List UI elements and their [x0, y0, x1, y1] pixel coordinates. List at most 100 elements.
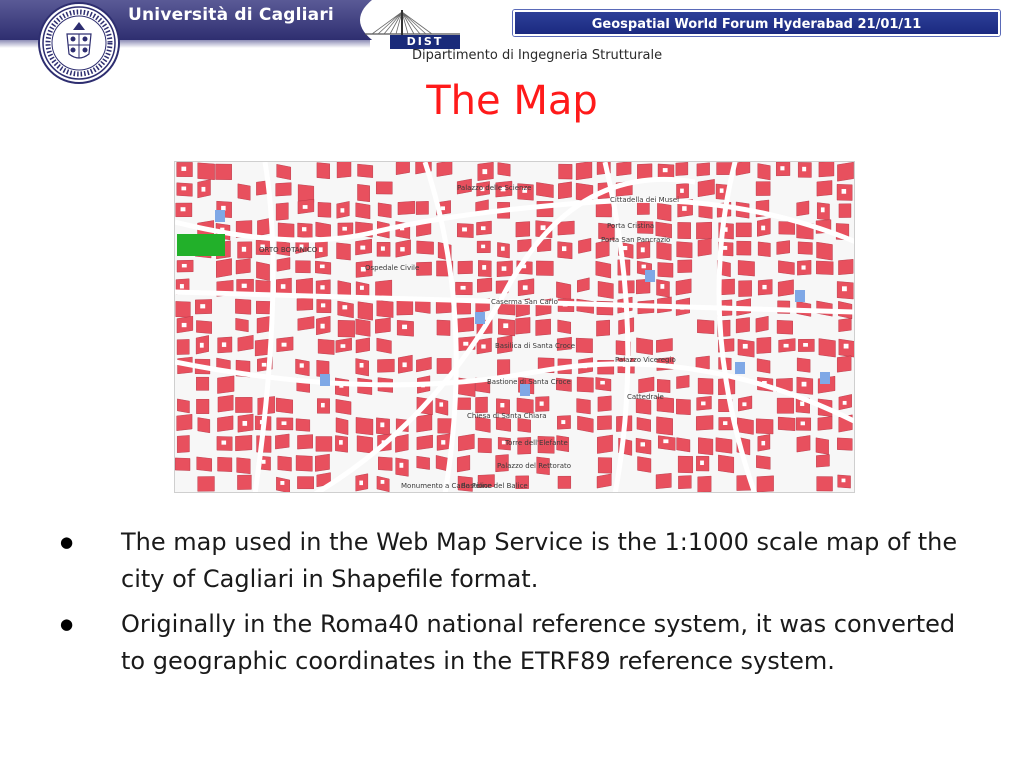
water-feature	[795, 290, 805, 302]
building-block	[755, 181, 771, 196]
building-block	[376, 475, 390, 492]
building-block	[317, 338, 335, 355]
building-block	[697, 179, 715, 198]
courtyard	[440, 206, 445, 211]
building-block	[237, 474, 252, 490]
building-block	[675, 162, 689, 176]
building-block	[577, 415, 594, 433]
courtyard	[640, 247, 645, 253]
building-block	[777, 416, 796, 432]
park-area	[177, 234, 225, 256]
building-block	[536, 182, 554, 198]
courtyard	[299, 363, 304, 368]
building-block	[677, 222, 691, 239]
building-block	[777, 279, 794, 297]
building-block	[776, 240, 790, 255]
building-block	[297, 476, 314, 490]
courtyard	[561, 246, 567, 252]
courtyard	[841, 478, 846, 483]
building-block	[477, 277, 493, 293]
building-block	[176, 339, 190, 355]
building-block	[295, 455, 313, 472]
courtyard	[662, 168, 668, 173]
building-block	[356, 435, 373, 454]
building-block	[415, 201, 429, 215]
building-block	[676, 398, 691, 416]
map-label: Palazzo delle Scienze	[457, 184, 531, 192]
building-block	[816, 476, 833, 492]
building-block	[375, 279, 393, 299]
courtyard	[501, 266, 507, 271]
courtyard	[320, 402, 325, 408]
courtyard	[480, 226, 486, 231]
courtyard	[281, 421, 287, 425]
building-block	[818, 338, 836, 358]
building-block	[335, 399, 352, 415]
building-block	[557, 220, 575, 236]
building-block	[576, 398, 591, 415]
building-block	[597, 415, 612, 431]
building-block	[197, 417, 211, 434]
courtyard	[180, 207, 186, 212]
building-block	[597, 395, 612, 412]
courtyard	[663, 439, 669, 444]
building-block	[715, 437, 733, 454]
building-block	[435, 397, 449, 416]
courtyard	[320, 323, 325, 329]
courtyard	[380, 422, 385, 428]
building-block	[457, 455, 471, 473]
building-block	[458, 433, 475, 452]
courtyard	[820, 207, 825, 213]
building-block	[696, 221, 712, 240]
building-block	[276, 257, 291, 272]
courtyard	[179, 284, 184, 289]
courtyard	[761, 440, 766, 446]
building-block	[558, 163, 573, 180]
building-block	[337, 300, 354, 319]
building-block	[217, 394, 234, 413]
building-block	[757, 241, 771, 257]
building-block	[277, 455, 292, 472]
building-block	[718, 454, 735, 474]
water-feature	[475, 312, 485, 324]
courtyard	[181, 186, 187, 191]
building-block	[676, 374, 690, 389]
building-block	[636, 337, 653, 355]
building-block	[315, 436, 333, 452]
courtyard	[540, 225, 546, 231]
building-block	[177, 398, 190, 414]
building-block	[177, 435, 190, 453]
courtyard	[241, 246, 247, 252]
building-block	[395, 434, 409, 453]
water-feature	[215, 210, 225, 222]
building-block	[355, 337, 370, 354]
courtyard	[481, 344, 486, 349]
building-block	[436, 162, 453, 177]
building-block	[254, 338, 270, 357]
courtyard	[802, 166, 807, 172]
building-block	[316, 162, 330, 180]
courtyard	[780, 166, 785, 171]
courtyard	[700, 460, 704, 465]
courtyard	[460, 285, 466, 290]
building-block	[576, 376, 594, 393]
courtyard	[221, 342, 227, 347]
building-block	[377, 358, 395, 373]
courtyard	[342, 305, 348, 310]
courtyard	[500, 403, 505, 408]
building-block	[697, 475, 712, 492]
building-block	[197, 476, 215, 492]
building-block	[837, 355, 852, 373]
map-label: Cattedrale	[627, 393, 664, 401]
building-block	[816, 241, 833, 261]
courtyard	[221, 205, 226, 211]
courtyard	[261, 459, 266, 464]
building-block	[515, 221, 531, 238]
building-block	[336, 162, 352, 179]
courtyard	[342, 226, 347, 231]
building-block	[578, 237, 592, 254]
building-block	[595, 202, 612, 218]
courtyard	[200, 304, 206, 309]
courtyard	[640, 442, 646, 447]
courtyard	[501, 246, 505, 251]
